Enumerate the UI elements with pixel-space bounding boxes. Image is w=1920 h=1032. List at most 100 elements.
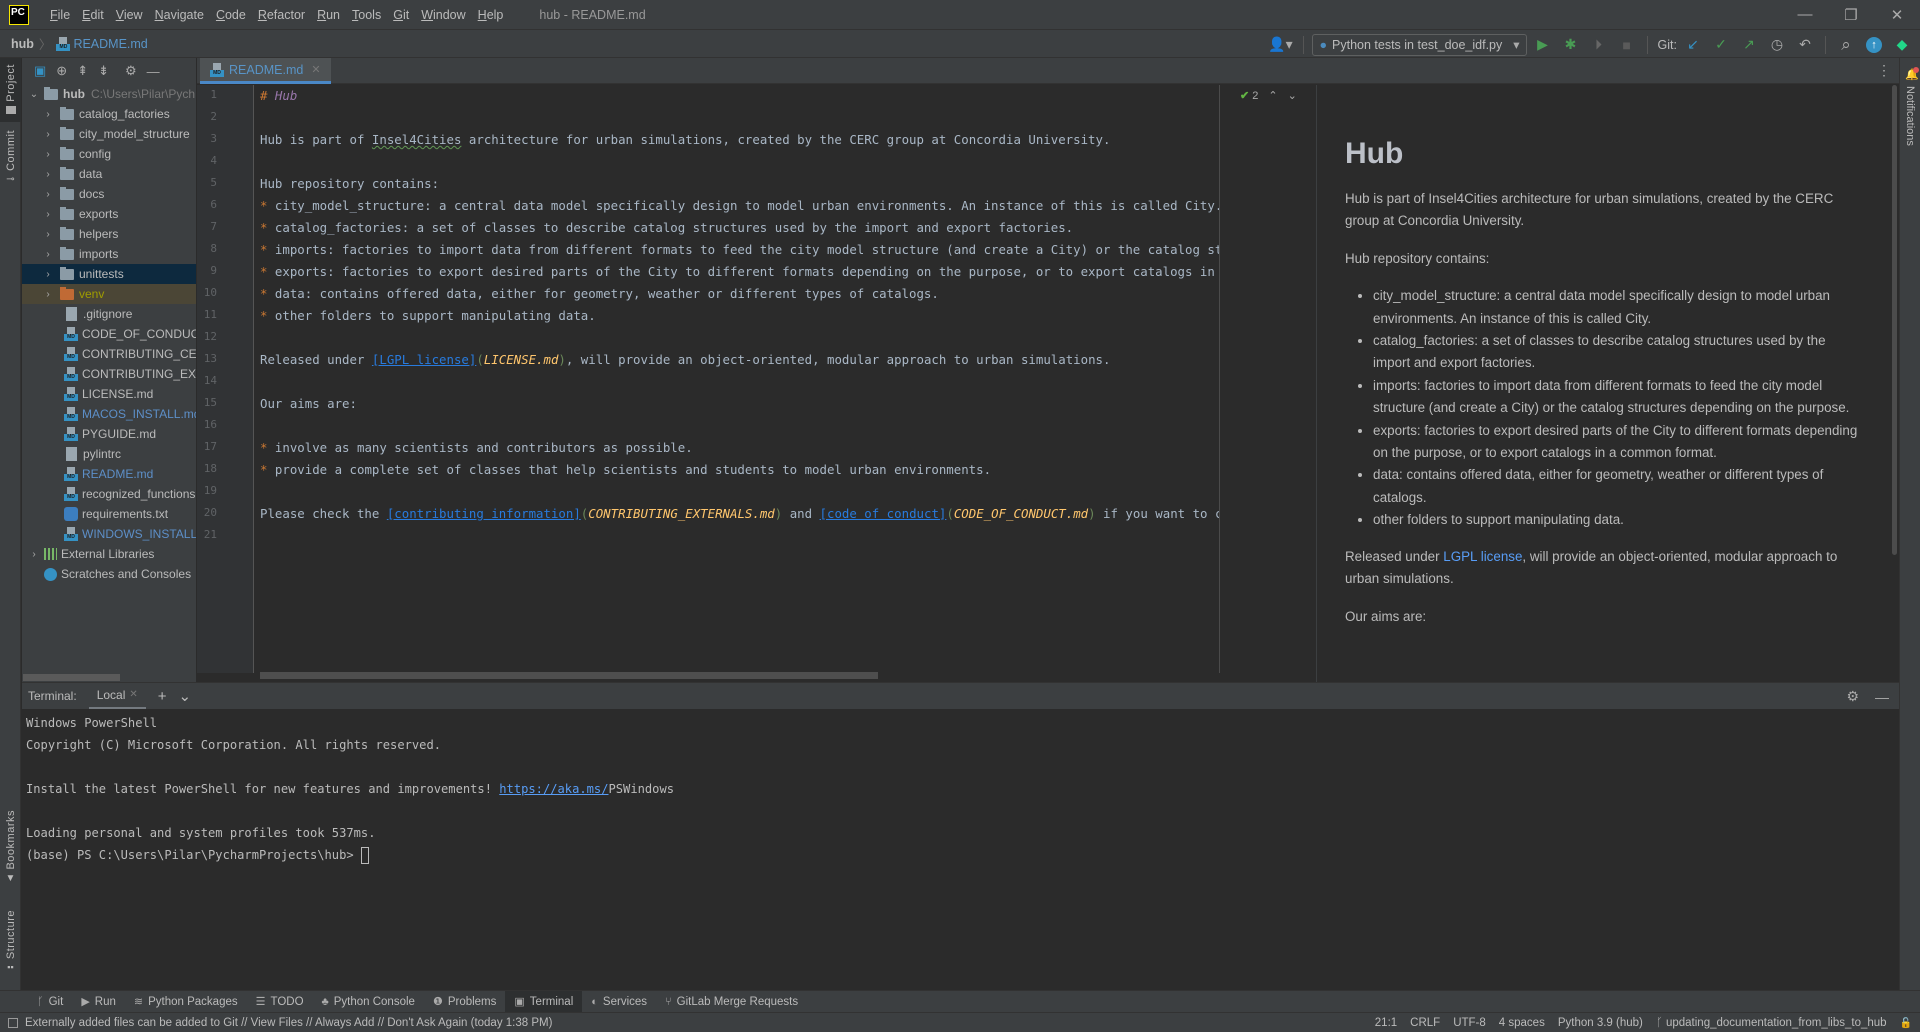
run-configuration-selector[interactable]: ● Python tests in test_doe_idf.py ▾ [1312,33,1527,56]
close-window-button[interactable]: ✕ [1874,0,1920,29]
tree-file[interactable]: CONTRIBUTING_CEN [22,344,196,364]
chevron-right-icon[interactable]: › [42,269,54,280]
menu-file[interactable]: File [44,8,76,22]
notifications-tab-label[interactable]: Notifications [1904,86,1916,146]
commit-tool-tab[interactable]: Commit ⊸ [0,130,21,200]
bookmarks-tool-tab[interactable]: Bookmarks ▼ [0,810,21,884]
ide-update-icon[interactable]: ↑ [1862,33,1886,57]
tree-folder[interactable]: › city_model_structure [22,124,196,144]
chevron-right-icon[interactable]: › [42,149,54,160]
minimize-button[interactable]: — [1782,0,1828,29]
menu-tools[interactable]: Tools [346,8,387,22]
tree-scratches[interactable]: Scratches and Consoles [22,564,196,584]
run-icon[interactable]: ▶ [1531,33,1555,57]
lock-icon[interactable]: 🔓 [1900,1018,1912,1029]
inspection-widget[interactable]: ✔ 2 ⌃ ⌄ [1240,89,1297,102]
tool-window-python-packages[interactable]: ≋ Python Packages [125,991,247,1013]
project-tool-tab[interactable]: Project [0,58,21,122]
git-push-icon[interactable]: ↗ [1737,33,1761,57]
menu-window[interactable]: Window [415,8,471,22]
lgpl-license-link[interactable]: LGPL license [1443,549,1522,564]
markdown-link[interactable]: [LGPL license] [372,352,476,367]
tree-folder[interactable]: › docs [22,184,196,204]
tree-root-hub[interactable]: ⌄ hub C:\Users\Pilar\Pych [22,84,196,104]
hide-panel-icon[interactable]: — [1875,689,1889,705]
stop-icon[interactable]: ■ [1615,33,1639,57]
terminal-output[interactable]: Windows PowerShell Copyright (C) Microso… [22,709,1899,990]
previous-highlight-icon[interactable]: ⌃ [1268,89,1277,102]
chevron-right-icon[interactable]: › [42,209,54,220]
tree-external-libraries[interactable]: › External Libraries [22,544,196,564]
file-encoding[interactable]: UTF-8 [1453,1017,1486,1029]
menu-edit[interactable]: Edit [76,8,110,22]
chevron-right-icon[interactable]: › [42,129,54,140]
tree-file[interactable]: .gitignore [22,304,196,324]
git-branch[interactable]: ᚴ updating_documentation_from_libs_to_hu… [1656,1017,1887,1029]
markdown-link[interactable]: [code of conduct] [820,506,947,521]
scrollbar-thumb[interactable] [23,674,120,681]
debug-icon[interactable]: ✱ [1559,33,1583,57]
git-update-icon[interactable]: ↙ [1681,33,1705,57]
tree-file[interactable]: WINDOWS_INSTALL.r [22,524,196,544]
tree-file[interactable]: requirements.txt [22,504,196,524]
locate-file-icon[interactable]: ⊕ [56,63,67,79]
tool-windows-toggle-icon[interactable] [8,1017,18,1028]
menu-refactor[interactable]: Refactor [252,8,311,22]
tree-file[interactable]: pylintrc [22,444,196,464]
tool-window-todo[interactable]: ☰ TODO [247,991,313,1013]
code-with-me-icon[interactable]: ◆ [1890,33,1914,57]
menu-code[interactable]: Code [210,8,252,22]
tree-folder-selected[interactable]: › unittests [22,264,196,284]
user-icon[interactable]: 👤▾ [1265,33,1295,57]
scrollbar-thumb[interactable] [260,672,878,679]
tree-folder[interactable]: › catalog_factories [22,104,196,124]
tree-folder[interactable]: › helpers [22,224,196,244]
tool-window-python-console[interactable]: ♣ Python Console [313,991,424,1013]
tree-file[interactable]: README.md [22,464,196,484]
project-view-selector-icon[interactable]: ▣ [34,63,46,79]
project-settings-icon[interactable]: ⚙ [125,63,137,79]
chevron-right-icon[interactable]: › [42,229,54,240]
tree-file[interactable]: recognized_functions [22,484,196,504]
menu-help[interactable]: Help [472,8,510,22]
close-tab-icon[interactable]: ✕ [311,63,320,76]
line-number-gutter[interactable]: 1 2 3 4 5 6 7 8 9 10 11 12 13 14 15 16 17 18 19 20 21 [197,85,254,673]
run-with-coverage-icon[interactable]: ⏵ [1587,33,1611,57]
tool-window-terminal[interactable]: ▣ Terminal [505,990,583,1013]
tree-folder[interactable]: › data [22,164,196,184]
chevron-right-icon[interactable]: › [42,169,54,180]
tree-file[interactable]: CODE_OF_CONDUCT [22,324,196,344]
tool-window-services[interactable]: ◐ Services [582,991,656,1013]
project-horizontal-scrollbar[interactable] [22,674,196,682]
tree-file[interactable]: MACOS_INSTALL.md [22,404,196,424]
breadcrumb-file[interactable]: README.md [73,37,147,51]
editor-horizontal-scrollbar[interactable] [260,672,880,680]
menu-navigate[interactable]: Navigate [149,8,210,22]
tree-folder[interactable]: › imports [22,244,196,264]
indent-setting[interactable]: 4 spaces [1499,1017,1545,1029]
link-destination[interactable]: LICENSE.md [484,352,559,367]
close-tab-icon[interactable]: ✕ [129,689,137,700]
restore-button[interactable]: ❐ [1828,0,1874,29]
tool-window-run[interactable]: ▶ Run [72,991,125,1013]
menu-run[interactable]: Run [311,8,346,22]
gear-icon[interactable]: ⚙ [1846,688,1859,705]
next-highlight-icon[interactable]: ⌄ [1288,89,1297,102]
terminal-tab-local[interactable]: Local ✕ [88,683,146,710]
scrollbar-thumb[interactable] [1892,85,1897,555]
link-destination[interactable]: CONTRIBUTING_EXTERNALS.md [588,506,775,521]
chevron-right-icon[interactable]: › [42,249,54,260]
line-separator[interactable]: CRLF [1410,1017,1440,1029]
tree-folder[interactable]: › exports [22,204,196,224]
status-message[interactable]: Externally added files can be added to G… [8,1017,552,1029]
preview-vertical-scrollbar[interactable] [1892,85,1898,555]
caret-position[interactable]: 21:1 [1375,1017,1397,1029]
git-commit-icon[interactable]: ✓ [1709,33,1733,57]
tree-folder-excluded[interactable]: › venv [22,284,196,304]
tool-window-problems[interactable]: ❶ Problems [424,991,505,1013]
rollback-icon[interactable]: ↶ [1793,33,1817,57]
chevron-down-icon[interactable]: ⌄ [28,89,40,100]
tree-file[interactable]: LICENSE.md [22,384,196,404]
tool-window-gitlab-merge-requests[interactable]: ⑂ GitLab Merge Requests [656,991,807,1013]
search-icon[interactable]: ⌕ [1834,33,1858,57]
